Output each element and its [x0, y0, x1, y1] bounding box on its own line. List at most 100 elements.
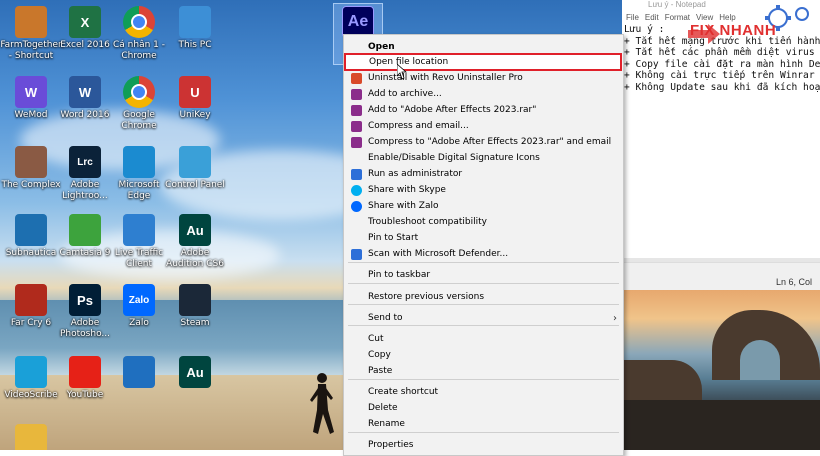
menu-item-send-to[interactable]: Send to ›	[344, 310, 623, 326]
menu-separator	[348, 304, 619, 305]
menu-item-label: Share with Skype	[368, 185, 446, 195]
steam-icon	[179, 284, 211, 316]
menu-item-open-file-location[interactable]: Open file location	[344, 53, 622, 71]
menu-separator	[348, 379, 619, 380]
wemod-icon: W	[15, 76, 47, 108]
desktop-icon-label: Far Cry 6	[10, 318, 52, 328]
desktop-icon-label: VideoScribe	[4, 390, 58, 400]
menu-item-label: Pin to Start	[368, 233, 419, 243]
menu-item-label: Open file location	[369, 57, 449, 67]
menu-item-share-with-skype[interactable]: Share with Skype	[344, 182, 623, 198]
desktop-icon[interactable]: Control Panel	[164, 146, 226, 191]
desktop-icon-label: The Complex	[1, 180, 61, 190]
desktop-icon-label: Google Chrome	[121, 110, 157, 131]
menu-item-label: Troubleshoot compatibility	[368, 217, 487, 227]
desktop-icon[interactable]: Subnautica	[0, 214, 62, 259]
desktop-icon[interactable]: This PC	[164, 6, 226, 51]
chrome-icon	[123, 76, 155, 108]
menu-item-run-as-administrator[interactable]: Run as administrator	[344, 166, 623, 182]
menu-item-share-with-zalo[interactable]: Share with Zalo	[344, 198, 623, 214]
menu-item-label: Copy	[368, 350, 391, 360]
menu-item-label: Send to	[368, 313, 403, 323]
menu-separator	[348, 283, 619, 284]
menu-item-pin-to-taskbar[interactable]: Pin to taskbar	[344, 267, 623, 283]
menu-item-label: Uninstall with Revo Uninstaller Pro	[368, 73, 523, 83]
context-menu[interactable]: Open Open file location Uninstall with Rev…	[343, 34, 624, 456]
audition-icon: Au	[179, 356, 211, 388]
menu-item-restore-previous-versions[interactable]: Restore previous versions	[344, 289, 623, 305]
the-complex-icon	[15, 146, 47, 178]
menu-item-label: Paste	[368, 366, 393, 376]
menu-item-rename[interactable]: Rename	[344, 416, 623, 432]
desktop-icon[interactable]: Zalo Zalo	[108, 284, 170, 329]
skype-icon	[351, 184, 362, 196]
menu-item-paste[interactable]: Paste	[344, 363, 623, 379]
menu-item-cut[interactable]: Cut	[344, 331, 623, 347]
desktop-icon[interactable]	[108, 356, 170, 390]
menu-item-delete[interactable]: Delete	[344, 400, 623, 416]
desktop-icon[interactable]: Live Traffic Client	[108, 214, 170, 270]
notepad-statusbar: Ln 6, Col	[622, 262, 820, 291]
desktop-icon[interactable]: Far Cry 6	[0, 284, 62, 329]
desktop-icon[interactable]: Cá nhân 1 - Chrome	[108, 6, 170, 62]
menu-item-label: Rename	[368, 419, 405, 429]
menu-item-troubleshoot-compatibility[interactable]: Troubleshoot compatibility	[344, 214, 623, 230]
browser-icon	[123, 356, 155, 388]
desktop-icon[interactable]: FarmTogether - Shortcut	[0, 6, 62, 62]
desktop-icon-label: Word 2016	[60, 110, 110, 120]
desktop-icon[interactable]: Google Chrome	[108, 76, 170, 132]
brand-text: FIX NHANH	[690, 22, 777, 39]
menu-item-pin-to-start[interactable]: Pin to Start	[344, 230, 623, 246]
farcry-icon	[15, 284, 47, 316]
desktop-icon[interactable]	[0, 424, 62, 450]
winrar-icon	[351, 104, 362, 116]
word-icon: W	[69, 76, 101, 108]
menu-item-compress-and-email[interactable]: Compress and email...	[344, 118, 623, 134]
revo-icon	[351, 72, 362, 84]
desktop-icon[interactable]: Camtasia 9	[54, 214, 116, 259]
desktop-icon-label: Subnautica	[5, 248, 57, 258]
desktop-icon[interactable]: W Word 2016	[54, 76, 116, 121]
menu-item-enable-disable-digital-signature-icons[interactable]: Enable/Disable Digital Signature Icons	[344, 150, 623, 166]
menu-item-open[interactable]: Open	[344, 39, 623, 55]
winrar-icon	[351, 88, 362, 100]
menu-item-copy[interactable]: Copy	[344, 347, 623, 363]
desktop-icon[interactable]: The Complex	[0, 146, 62, 191]
desktop-icon-label: Microsoft Edge	[118, 180, 160, 201]
desktop-icon[interactable]: Ps Adobe Photosho...	[54, 284, 116, 340]
desktop-icon[interactable]: YouTube	[54, 356, 116, 401]
menu-item-scan-with-microsoft-defender[interactable]: Scan with Microsoft Defender...	[344, 246, 623, 262]
winrar-icon	[351, 136, 362, 148]
notepad-line: + Tắt hết các phần mềm diệt virus	[624, 47, 815, 58]
menu-item-label: Share with Zalo	[368, 201, 439, 211]
desktop-icon[interactable]: W WeMod	[0, 76, 62, 121]
desktop-icon[interactable]: U UniKey	[164, 76, 226, 121]
desktop-icon[interactable]: Lrc Adobe Lightroo...	[54, 146, 116, 202]
farmtogether-icon	[15, 6, 47, 38]
menu-item-create-shortcut[interactable]: Create shortcut	[344, 384, 623, 400]
menu-item-properties[interactable]: Properties	[344, 437, 623, 453]
desktop-icon[interactable]: Microsoft Edge	[108, 146, 170, 202]
menu-item-add-to-archive[interactable]: Add to archive...	[344, 86, 623, 102]
menu-item-uninstall-with-revo-uninstaller-pro[interactable]: Uninstall with Revo Uninstaller Pro	[344, 70, 623, 86]
desktop-icon-label: Adobe Audition CS6	[166, 248, 224, 269]
winrar-icon	[351, 120, 362, 132]
notepad-menu-edit[interactable]: Edit	[645, 13, 659, 22]
menu-item-label: Create shortcut	[368, 387, 439, 397]
subnautica-icon	[15, 214, 47, 246]
desktop-icon-label: FarmTogether - Shortcut	[0, 40, 62, 61]
desktop-icon-label: YouTube	[66, 390, 104, 400]
desktop-icon[interactable]: Steam	[164, 284, 226, 329]
unikey-icon: U	[179, 76, 211, 108]
lightroom-icon: Lrc	[69, 146, 101, 178]
audition-icon: Au	[179, 214, 211, 246]
desktop-icon-label: Cá nhân 1 - Chrome	[113, 40, 165, 61]
desktop-icon[interactable]: Au	[164, 356, 226, 390]
notepad-line: + Không Update sau khi đã kích hoạ	[624, 81, 820, 93]
notepad-menu-file[interactable]: File	[626, 13, 639, 22]
desktop-icon[interactable]: X Excel 2016	[54, 6, 116, 51]
menu-item-compress-to-adobe-after-effects-2023-rar-and-email[interactable]: Compress to "Adobe After Effects 2023.ra…	[344, 134, 623, 150]
desktop-icon[interactable]: Au Adobe Audition CS6	[164, 214, 226, 270]
menu-item-add-to-adobe-after-effects-2023-rar[interactable]: Add to "Adobe After Effects 2023.rar"	[344, 102, 623, 118]
desktop-icon[interactable]: VideoScribe	[0, 356, 62, 401]
